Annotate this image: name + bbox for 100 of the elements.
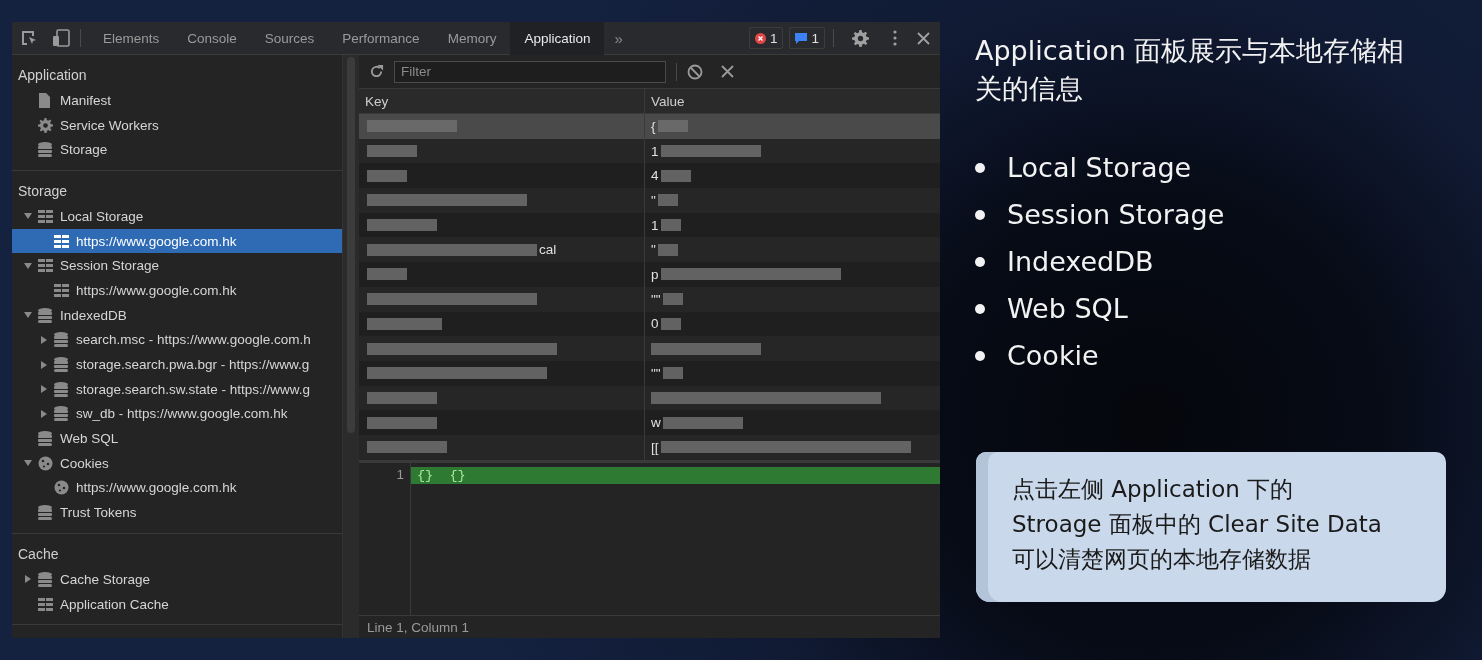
collapse-arrow-icon[interactable] bbox=[40, 409, 48, 418]
tree-item[interactable]: Local Storage bbox=[12, 204, 342, 229]
tree-item[interactable]: Session Storage bbox=[12, 253, 342, 279]
inspect-icon[interactable] bbox=[20, 29, 38, 47]
blurred-text bbox=[660, 317, 681, 330]
value-text: 1 bbox=[651, 143, 659, 159]
database-icon bbox=[38, 571, 52, 587]
value-text: 0 bbox=[651, 316, 659, 332]
panel-tab[interactable]: Application bbox=[510, 22, 605, 55]
value-text: 1 bbox=[651, 217, 659, 233]
value-text: " bbox=[651, 192, 656, 208]
expand-arrow-icon[interactable] bbox=[24, 212, 32, 221]
expand-arrow-icon[interactable] bbox=[24, 459, 32, 468]
column-header[interactable]: Value bbox=[645, 93, 685, 109]
gear-icon bbox=[38, 117, 53, 133]
table-icon bbox=[38, 259, 53, 273]
table-row[interactable]: w bbox=[359, 410, 940, 435]
tree-item[interactable]: Application Cache bbox=[12, 591, 342, 617]
tree-item[interactable]: search.msc - https://www.google.com.h bbox=[12, 327, 342, 353]
tree-item[interactable]: https://www.google.com.hk bbox=[12, 278, 342, 303]
message-count-badge[interactable]: 1 bbox=[789, 27, 825, 49]
database-icon bbox=[38, 142, 52, 158]
key-text: cal bbox=[539, 242, 557, 258]
database-icon bbox=[54, 406, 68, 422]
more-tabs-button[interactable]: » bbox=[604, 29, 633, 47]
refresh-icon[interactable] bbox=[369, 64, 384, 79]
table-row[interactable]: { bbox=[359, 114, 940, 139]
bullet-text: Web SQL bbox=[1007, 292, 1128, 326]
settings-icon[interactable] bbox=[852, 29, 869, 47]
section-title: Application bbox=[17, 66, 88, 85]
close-icon[interactable] bbox=[917, 31, 930, 45]
blurred-text bbox=[657, 194, 678, 207]
bullet-icon bbox=[975, 304, 985, 314]
table-row[interactable]: 1 bbox=[359, 212, 940, 238]
expand-arrow-icon[interactable] bbox=[24, 311, 32, 320]
blurred-text bbox=[657, 120, 688, 133]
value-text: p bbox=[651, 266, 659, 282]
value-text: [[ bbox=[651, 439, 659, 455]
line-number: 1 bbox=[396, 467, 404, 482]
value-text: "" bbox=[651, 291, 661, 307]
table-icon bbox=[38, 209, 53, 223]
tree-item[interactable]: storage.search.pwa.bgr - https://www.g bbox=[12, 352, 342, 377]
scroll-note: 点击左侧 Application 下的 Stroage 面板中的 Clear Site Data 可以清楚网页的本地存储数据 bbox=[976, 452, 1446, 602]
blurred-text bbox=[367, 268, 407, 281]
expand-arrow-icon[interactable] bbox=[24, 261, 32, 270]
blurred-text bbox=[662, 293, 683, 306]
collapse-arrow-icon[interactable] bbox=[24, 575, 32, 584]
table-row[interactable]: 4 bbox=[359, 163, 940, 189]
panel-tab[interactable]: Elements bbox=[89, 22, 174, 55]
tree-item[interactable]: IndexedDB bbox=[12, 302, 342, 328]
column-header[interactable]: Key bbox=[359, 93, 389, 109]
database-icon bbox=[54, 332, 68, 348]
bullet-text: Local Storage bbox=[1007, 151, 1192, 185]
panel-tab[interactable]: Memory bbox=[433, 22, 511, 55]
collapse-arrow-icon[interactable] bbox=[40, 385, 48, 394]
delete-icon[interactable] bbox=[721, 65, 734, 78]
error-count-badge[interactable]: 1 bbox=[748, 27, 784, 49]
tree-item[interactable]: Trust Tokens bbox=[12, 500, 342, 525]
collapse-arrow-icon[interactable] bbox=[40, 335, 48, 344]
value-text: { bbox=[651, 118, 656, 134]
database-icon bbox=[38, 431, 52, 447]
table-row[interactable]: p bbox=[359, 262, 940, 287]
blurred-text bbox=[367, 219, 437, 232]
bullet-icon bbox=[975, 257, 985, 267]
panel-tab[interactable]: Console bbox=[173, 22, 251, 55]
panel-tab[interactable]: Performance bbox=[328, 22, 434, 55]
more-options-icon[interactable] bbox=[893, 30, 897, 46]
collapse-arrow-icon[interactable] bbox=[40, 360, 48, 369]
database-icon bbox=[54, 357, 68, 373]
value-text: 4 bbox=[651, 168, 659, 184]
blurred-text bbox=[367, 416, 437, 429]
tree-item[interactable]: Web SQL bbox=[12, 426, 342, 451]
tree-item[interactable]: Cookies bbox=[12, 450, 342, 476]
tree-item[interactable]: Service Workers bbox=[12, 112, 342, 138]
table-icon bbox=[54, 234, 69, 248]
clear-all-icon[interactable] bbox=[687, 63, 703, 80]
panel-tab[interactable]: Sources bbox=[250, 22, 329, 55]
tree-item[interactable]: storage.search.sw.state - https://www.g bbox=[12, 376, 342, 402]
table-row[interactable]: "" bbox=[359, 360, 940, 386]
table-icon bbox=[54, 283, 69, 297]
tree-item[interactable]: https://www.google.com.hk bbox=[12, 475, 342, 501]
bullet-icon bbox=[975, 163, 985, 173]
tree-item[interactable]: sw_db - https://www.google.com.hk bbox=[12, 401, 342, 427]
tree-item[interactable]: https://www.google.com.hk bbox=[12, 228, 342, 254]
device-icon[interactable] bbox=[52, 29, 72, 47]
tree-item[interactable]: Storage bbox=[12, 137, 342, 163]
blurred-text bbox=[367, 145, 417, 158]
section-title: Cache bbox=[17, 545, 60, 564]
bullet-text: Cookie bbox=[1007, 339, 1099, 373]
database-icon bbox=[54, 381, 68, 397]
tree-item[interactable]: Cache Storage bbox=[12, 567, 342, 592]
filter-field[interactable]: Filter bbox=[394, 60, 666, 83]
table-row[interactable]: 0 bbox=[359, 311, 940, 337]
tree-item[interactable]: Manifest bbox=[12, 88, 342, 113]
blurred-text bbox=[367, 391, 437, 404]
section-title: Storage bbox=[17, 182, 69, 202]
blurred-text bbox=[367, 169, 407, 182]
cursor-position: Line 1, Column 1 bbox=[367, 619, 470, 635]
cookie-icon bbox=[38, 455, 53, 471]
database-icon bbox=[38, 307, 52, 323]
